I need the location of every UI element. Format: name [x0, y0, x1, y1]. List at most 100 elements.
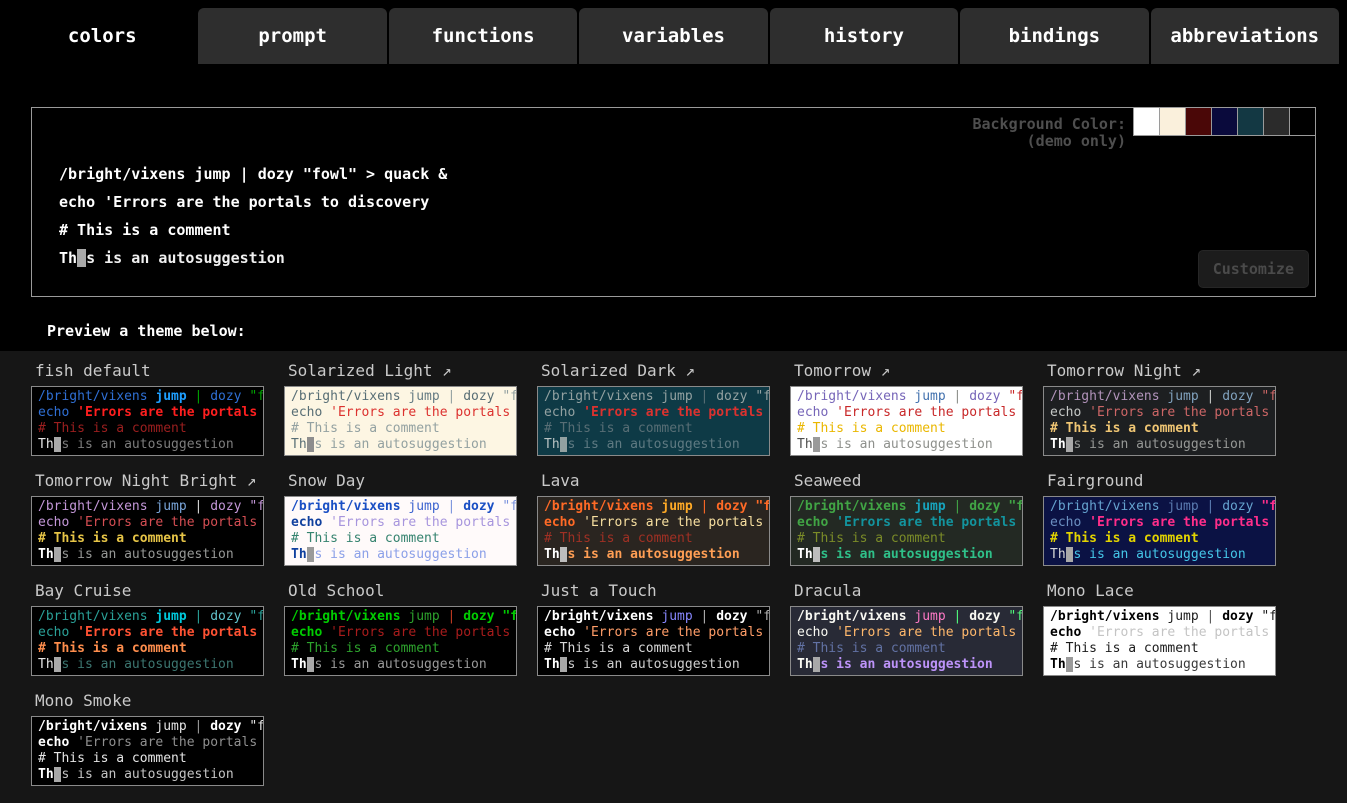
theme-preview[interactable]: /bright/vixens jump | dozy "fowl" > quac…	[537, 496, 770, 566]
theme-title: Old School	[288, 581, 517, 601]
tab-bindings[interactable]: bindings	[960, 8, 1148, 64]
token-command-2: dozy	[1222, 499, 1253, 514]
token-comment: # This is a comment	[544, 531, 693, 546]
terminal-line: This is an autosuggestion	[1050, 437, 1269, 453]
terminal-line: echo 'Errors are the portals to discover…	[291, 515, 510, 531]
tab-abbreviations[interactable]: abbreviations	[1151, 8, 1339, 64]
terminal-line: echo 'Errors are the portals to discover…	[544, 625, 763, 641]
token-space	[440, 609, 448, 624]
token-space	[693, 499, 701, 514]
terminal-line: # This is a comment	[797, 421, 1016, 437]
theme-title[interactable]: Solarized Dark ↗	[541, 361, 770, 381]
background-swatch-6[interactable]	[1263, 107, 1290, 136]
theme-preview[interactable]: /bright/vixens jump | dozy "fowl" > quac…	[790, 496, 1023, 566]
token-typed-text: Th	[38, 437, 54, 452]
theme-card-mono-lace: Mono Lace/bright/vixens jump | dozy "fow…	[1043, 579, 1276, 676]
theme-title: Dracula	[794, 581, 1023, 601]
terminal-line: This is an autosuggestion	[1050, 657, 1269, 673]
theme-preview[interactable]: /bright/vixens jump | dozy "fowl" > quac…	[31, 496, 264, 566]
theme-title[interactable]: Tomorrow ↗	[794, 361, 1023, 381]
theme-preview[interactable]: /bright/vixens jump | dozy "fowl" > quac…	[790, 386, 1023, 456]
token-space	[249, 165, 258, 183]
theme-preview[interactable]: /bright/vixens jump | dozy "fowl" > quac…	[284, 386, 517, 456]
terminal-line: echo 'Errors are the portals to discover…	[797, 625, 1016, 641]
theme-preview[interactable]: /bright/vixens jump | dozy "fowl" > quac…	[31, 606, 264, 676]
tab-functions[interactable]: functions	[389, 8, 577, 64]
token-command: echo	[1050, 515, 1081, 530]
token-space	[828, 625, 836, 640]
token-command: /bright/vixens	[1050, 609, 1160, 624]
terminal-line: /bright/vixens jump | dozy "fowl" > quac…	[38, 609, 257, 625]
cursor-block: i	[77, 249, 86, 267]
theme-title: Lava	[541, 471, 770, 491]
theme-preview[interactable]: /bright/vixens jump | dozy "fowl" > quac…	[1043, 496, 1276, 566]
background-swatch-1[interactable]	[1133, 107, 1160, 136]
token-space	[322, 625, 330, 640]
theme-preview[interactable]: /bright/vixens jump | dozy "fowl" > quac…	[537, 606, 770, 676]
terminal-line: echo 'Errors are the portals to discover…	[1050, 515, 1269, 531]
token-comment: # This is a comment	[1050, 531, 1199, 546]
terminal-line: # This is a comment	[1050, 641, 1269, 657]
background-swatch-2[interactable]	[1159, 107, 1186, 136]
theme-preview[interactable]: /bright/vixens jump | dozy "fowl" > quac…	[284, 606, 517, 676]
terminal-line: # This is a comment	[38, 531, 257, 547]
terminal-line: This is an autosuggestion	[797, 437, 1016, 453]
theme-title[interactable]: Tomorrow Night ↗	[1047, 361, 1276, 381]
token-typed-text: Th	[1050, 437, 1066, 452]
token-command: echo	[1050, 405, 1081, 420]
theme-card-tomorrow-night: Tomorrow Night ↗ /bright/vixens jump | do…	[1043, 359, 1276, 456]
token-string: 'Errors are the portals to discovery	[583, 625, 770, 640]
token-space	[187, 499, 195, 514]
background-swatch-7[interactable]	[1289, 107, 1316, 136]
token-command-2: dozy	[1222, 609, 1253, 624]
theme-card-bay-cruise: Bay Cruise/bright/vixens jump | dozy "fo…	[31, 579, 264, 676]
token-command: /bright/vixens	[544, 499, 654, 514]
tab-colors[interactable]: colors	[8, 8, 196, 64]
token-command-2: dozy	[463, 389, 494, 404]
token-command-2: dozy	[258, 165, 294, 183]
terminal-line: /bright/vixens jump | dozy "fowl" > quac…	[59, 160, 447, 188]
token-param: jump	[408, 499, 439, 514]
tab-prompt[interactable]: prompt	[198, 8, 386, 64]
terminal-line: # This is a comment	[544, 531, 763, 547]
token-space	[1199, 499, 1207, 514]
theme-title: Mono Smoke	[35, 691, 264, 711]
background-swatch-4[interactable]	[1211, 107, 1238, 136]
token-comment: # This is a comment	[291, 421, 440, 436]
token-command: echo	[291, 625, 322, 640]
token-string: 'Errors are the portals to discovery	[836, 405, 1023, 420]
background-swatch-3[interactable]	[1185, 107, 1212, 136]
terminal-line: # This is a comment	[291, 421, 510, 437]
token-param: jump	[155, 719, 186, 734]
token-autosuggestion: s is an autosuggestion	[61, 437, 233, 452]
token-command: echo	[544, 625, 575, 640]
token-param: jump	[914, 499, 945, 514]
theme-card-tomorrow: Tomorrow ↗ /bright/vixens jump | dozy "fo…	[790, 359, 1023, 456]
theme-title: Fairground	[1047, 471, 1276, 491]
customize-button[interactable]: Customize	[1198, 250, 1309, 288]
terminal-line: echo 'Errors are the portals to discover…	[797, 405, 1016, 421]
theme-grid: fish default/bright/vixens jump | dozy "…	[31, 359, 1347, 786]
theme-title[interactable]: Solarized Light ↗	[288, 361, 517, 381]
theme-preview[interactable]: /bright/vixens jump | dozy "fowl" > quac…	[284, 496, 517, 566]
terminal-line: echo 'Errors are the portals to discover…	[38, 735, 257, 751]
theme-preview[interactable]: /bright/vixens jump | dozy "fowl" > quac…	[31, 386, 264, 456]
theme-card-solarized-dark: Solarized Dark ↗ /bright/vixens jump | do…	[537, 359, 770, 456]
theme-preview[interactable]: /bright/vixens jump | dozy "fowl" > quac…	[31, 716, 264, 786]
tab-variables[interactable]: variables	[579, 8, 767, 64]
theme-title[interactable]: Tomorrow Night Bright ↗	[35, 471, 264, 491]
theme-preview[interactable]: /bright/vixens jump | dozy "fowl" > quac…	[537, 386, 770, 456]
token-command: echo	[291, 405, 322, 420]
terminal-line: # This is a comment	[59, 216, 447, 244]
tab-history[interactable]: history	[770, 8, 958, 64]
token-command: echo	[38, 625, 69, 640]
theme-preview[interactable]: /bright/vixens jump | dozy "fowl" > quac…	[1043, 386, 1276, 456]
token-string: 'Errors are the portals to discovery	[583, 515, 770, 530]
token-quote-tail: "fowl" > quack &	[303, 165, 448, 183]
background-swatch-5[interactable]	[1237, 107, 1264, 136]
theme-preview[interactable]: /bright/vixens jump | dozy "fowl" > quac…	[1043, 606, 1276, 676]
token-space	[1199, 389, 1207, 404]
token-typed-text: Th	[797, 437, 813, 452]
terminal-line: /bright/vixens jump | dozy "fowl" > quac…	[38, 499, 257, 515]
theme-preview[interactable]: /bright/vixens jump | dozy "fowl" > quac…	[790, 606, 1023, 676]
